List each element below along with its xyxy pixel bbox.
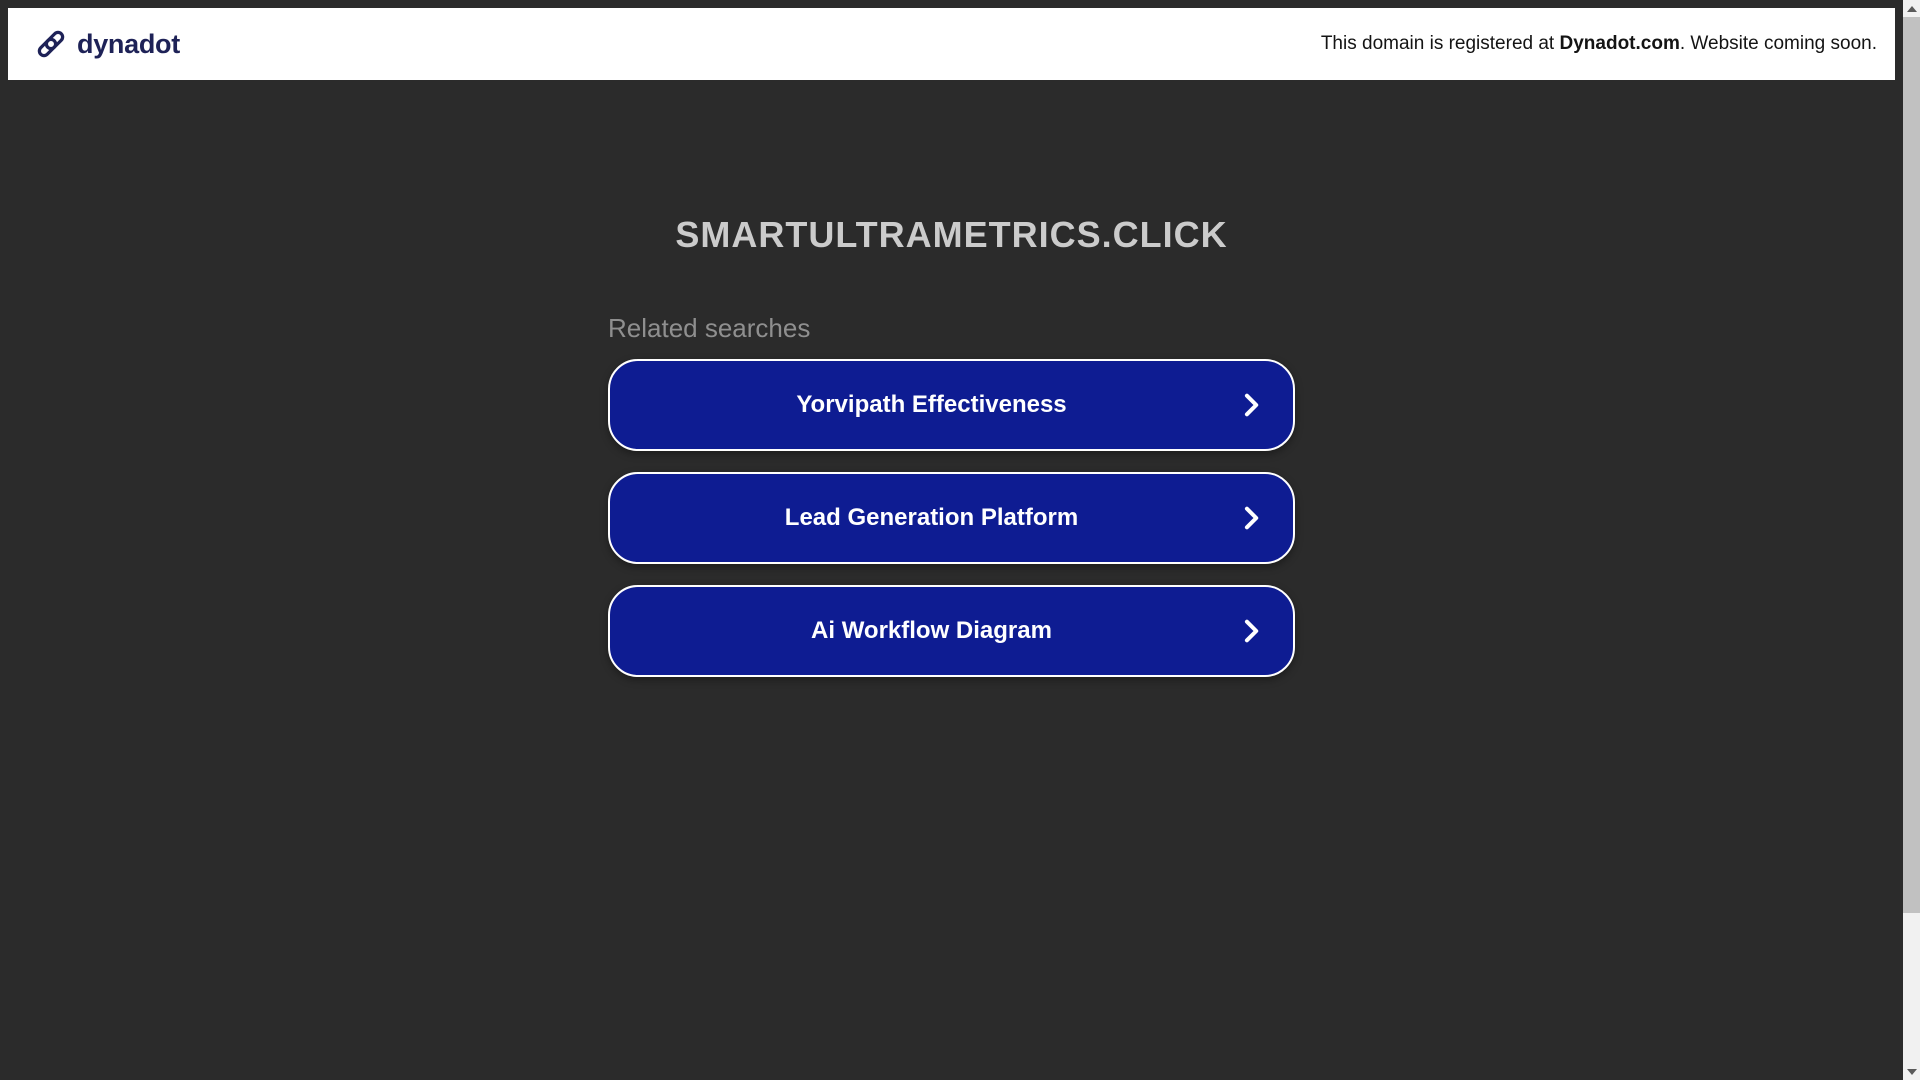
brand-wordmark: dynadot bbox=[77, 29, 180, 60]
registrar-link[interactable]: Dynadot.com bbox=[1560, 33, 1680, 54]
related-search-button[interactable]: Ai Workflow Diagram bbox=[608, 585, 1295, 677]
parking-page: dynadot This domain is registered at Dyn… bbox=[0, 0, 1920, 1080]
scrollbar-thumb[interactable] bbox=[1903, 17, 1920, 913]
notice-suffix: . Website coming soon. bbox=[1680, 33, 1877, 54]
chain-link-icon bbox=[34, 27, 68, 61]
scroll-down-button[interactable] bbox=[1903, 1063, 1920, 1080]
registration-notice: This domain is registered at Dynadot.com… bbox=[1321, 33, 1877, 55]
related-searches-list: Yorvipath Effectiveness Lead Generation … bbox=[608, 359, 1295, 677]
related-search-label: Lead Generation Platform bbox=[785, 504, 1078, 532]
related-search-button[interactable]: Lead Generation Platform bbox=[608, 472, 1295, 564]
scroll-up-button[interactable] bbox=[1903, 0, 1920, 17]
chevron-right-icon bbox=[1237, 617, 1265, 645]
chevron-right-icon bbox=[1237, 504, 1265, 532]
triangle-down-icon bbox=[1907, 1069, 1917, 1075]
related-searches-label: Related searches bbox=[608, 313, 1295, 343]
main-content: SMARTULTRAMETRICS.CLICK Related searches… bbox=[0, 80, 1903, 698]
related-search-button[interactable]: Yorvipath Effectiveness bbox=[608, 359, 1295, 451]
scrollbar[interactable] bbox=[1903, 0, 1920, 1080]
related-search-label: Yorvipath Effectiveness bbox=[796, 391, 1066, 419]
triangle-up-icon bbox=[1907, 6, 1917, 12]
domain-name-title: SMARTULTRAMETRICS.CLICK bbox=[608, 213, 1295, 257]
related-search-label: Ai Workflow Diagram bbox=[811, 617, 1052, 645]
header-bar: dynadot This domain is registered at Dyn… bbox=[8, 8, 1895, 80]
notice-prefix: This domain is registered at bbox=[1321, 33, 1560, 54]
chevron-right-icon bbox=[1237, 391, 1265, 419]
dynadot-logo[interactable]: dynadot bbox=[34, 27, 180, 61]
